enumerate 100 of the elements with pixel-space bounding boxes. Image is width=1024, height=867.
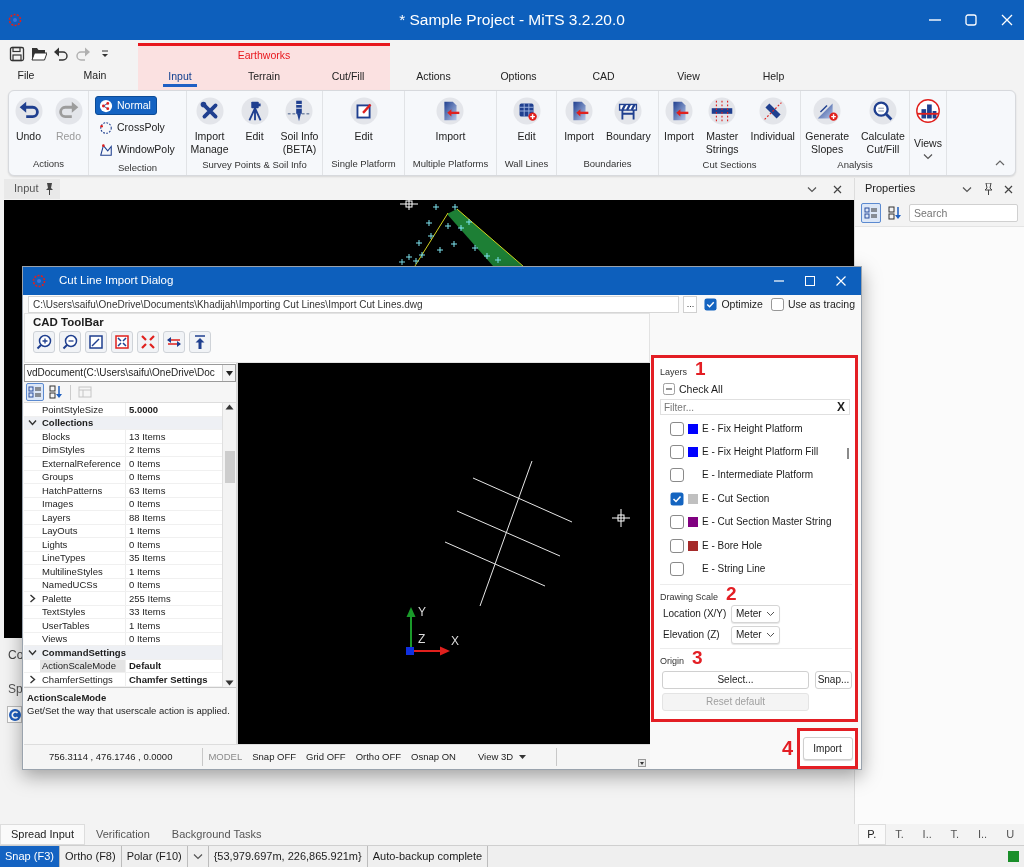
ribbon-button[interactable]: Boundary [603,97,653,155]
checkbox[interactable] [670,421,684,436]
checkbox[interactable] [670,468,684,483]
property-value[interactable]: Default [126,659,222,672]
ribbon-button[interactable]: Import [562,97,596,155]
checkbox[interactable] [670,562,684,577]
ribbon-button[interactable]: Import Manage [188,97,231,156]
chevron-right-icon[interactable] [27,593,37,603]
toolbar-button[interactable] [137,331,159,353]
property-name[interactable]: Lights [40,538,126,551]
toolbar-button[interactable] [59,331,81,353]
pin-icon[interactable] [44,183,55,195]
property-name[interactable]: Blocks [40,430,126,443]
browse-button[interactable]: ... [683,295,698,313]
toolbar-button[interactable] [163,331,185,353]
panel-button[interactable] [7,706,22,723]
layer-label[interactable]: E - Fix Height Platform [702,422,803,435]
property-value[interactable]: 35 Items [126,551,222,564]
toolbar-button[interactable] [85,331,107,353]
unit-dropdown[interactable]: Meter [731,604,780,623]
ribbon-button[interactable]: Views [912,97,944,160]
ribbon-button[interactable]: Import [662,97,696,156]
panel-tab[interactable]: I.. [968,824,997,845]
checkbox[interactable] [770,297,784,311]
checkbox[interactable] [670,491,684,506]
checkbox[interactable] [704,297,718,311]
property-name[interactable]: ChamferSettings [40,673,126,686]
layer-label[interactable]: E - Cut Section Master String [702,516,832,529]
close-icon[interactable] [833,184,842,194]
status-toggle[interactable]: Snap (F3) [0,846,60,867]
scroll-thumb[interactable] [847,448,849,459]
selection-mode-button[interactable]: WindowPoly [95,140,181,159]
caret-icon[interactable] [962,185,972,193]
status-toggle[interactable]: Grid OFF [306,751,346,763]
panel-tab[interactable]: U [996,824,1024,845]
property-value[interactable]: 33 Items [126,605,222,618]
ribbon-button[interactable]: Edit [347,97,380,155]
pin-icon[interactable] [983,183,993,195]
property-name[interactable]: NamedUCSs [40,578,126,591]
caret-icon[interactable] [807,185,817,193]
origin-button[interactable]: Select... [662,671,809,689]
ribbon-tab[interactable]: Cut/Fill [306,66,390,86]
property-value[interactable]: 2 Items [126,443,222,456]
search-field[interactable]: Search [909,204,1018,222]
close-icon[interactable] [1004,184,1013,194]
ribbon-tab[interactable]: View [646,66,731,86]
property-value[interactable]: 1 Items [126,565,222,578]
panel-tab[interactable]: Spread Input [0,824,85,845]
property-name[interactable]: Images [40,497,126,510]
file-path-field[interactable]: C:\Users\saifu\OneDrive\Documents\Khadijah\Importing Cut Lines\Import Cut Lines.dwg [28,295,680,313]
property-name[interactable]: Views [40,632,126,645]
property-value[interactable]: 0 Items [126,632,222,645]
layer-label[interactable]: E - Intermediate Platform [702,469,814,482]
property-value[interactable]: 5.0000 [126,403,222,416]
toolbar-button[interactable] [189,331,211,353]
property-name[interactable]: Layers [40,511,126,524]
property-name[interactable]: Groups [40,470,126,483]
ribbon-button[interactable]: Master Strings [703,97,741,156]
property-name[interactable]: DimStyles [40,443,126,456]
ribbon-tab[interactable]: CAD [561,66,646,86]
folder-icon[interactable] [31,46,47,62]
ribbon-button[interactable]: Generate Slopes [803,97,851,156]
ribbon-tab[interactable]: Input [138,66,222,86]
checkbox[interactable] [670,538,684,553]
property-name[interactable]: UserTables [40,619,126,632]
property-value[interactable]: 0 Items [126,470,222,483]
status-toggle[interactable]: Ortho (F8) [59,846,122,867]
property-value[interactable]: 1 Items [126,619,222,632]
property-name[interactable]: ExternalReference [40,457,126,470]
ribbon-tab[interactable]: Options [476,66,561,86]
status-toggle[interactable]: Ortho OFF [355,751,402,763]
ribbon-button[interactable]: Undo [12,97,45,155]
undo-icon[interactable] [53,46,69,62]
panel-tab[interactable]: T. [885,824,914,845]
document-combobox[interactable]: vdDocument(C:\Users\saifu\OneDrive\Doc [24,364,236,382]
property-name[interactable]: HatchPatterns [40,484,126,497]
toolbar-button[interactable] [33,331,55,353]
status-toggle[interactable]: Polar (F10) [121,846,188,867]
panel-tab[interactable]: T. [941,824,969,845]
filter-field[interactable]: Filter... X [660,399,850,415]
resize-grip-icon[interactable] [638,759,646,767]
property-value[interactable]: 0 Items [126,497,222,510]
import-button[interactable]: Import [802,737,853,760]
clear-button[interactable]: X [837,399,849,415]
toolbar-button[interactable] [111,331,133,353]
unit-dropdown[interactable]: Meter [731,625,780,644]
ribbon-button[interactable]: Import [433,97,468,155]
maximize-icon[interactable] [965,14,977,26]
chevron-down-icon[interactable] [27,647,37,657]
property-value[interactable]: 0 Items [126,457,222,470]
checkbox[interactable] [663,383,675,395]
view-dropdown[interactable]: View 3D [477,751,527,763]
view-toggle-button[interactable] [26,383,44,401]
ribbon-tab[interactable]: Main [52,65,138,85]
property-value[interactable]: 13 Items [126,430,222,443]
ribbon-tab[interactable]: File [0,65,52,85]
property-value[interactable]: 1 Items [126,524,222,537]
ribbon-button[interactable]: Individual [748,97,797,156]
ribbon-button[interactable]: Soil Info (BETA) [278,97,321,156]
scroll-thumb[interactable] [224,451,235,483]
